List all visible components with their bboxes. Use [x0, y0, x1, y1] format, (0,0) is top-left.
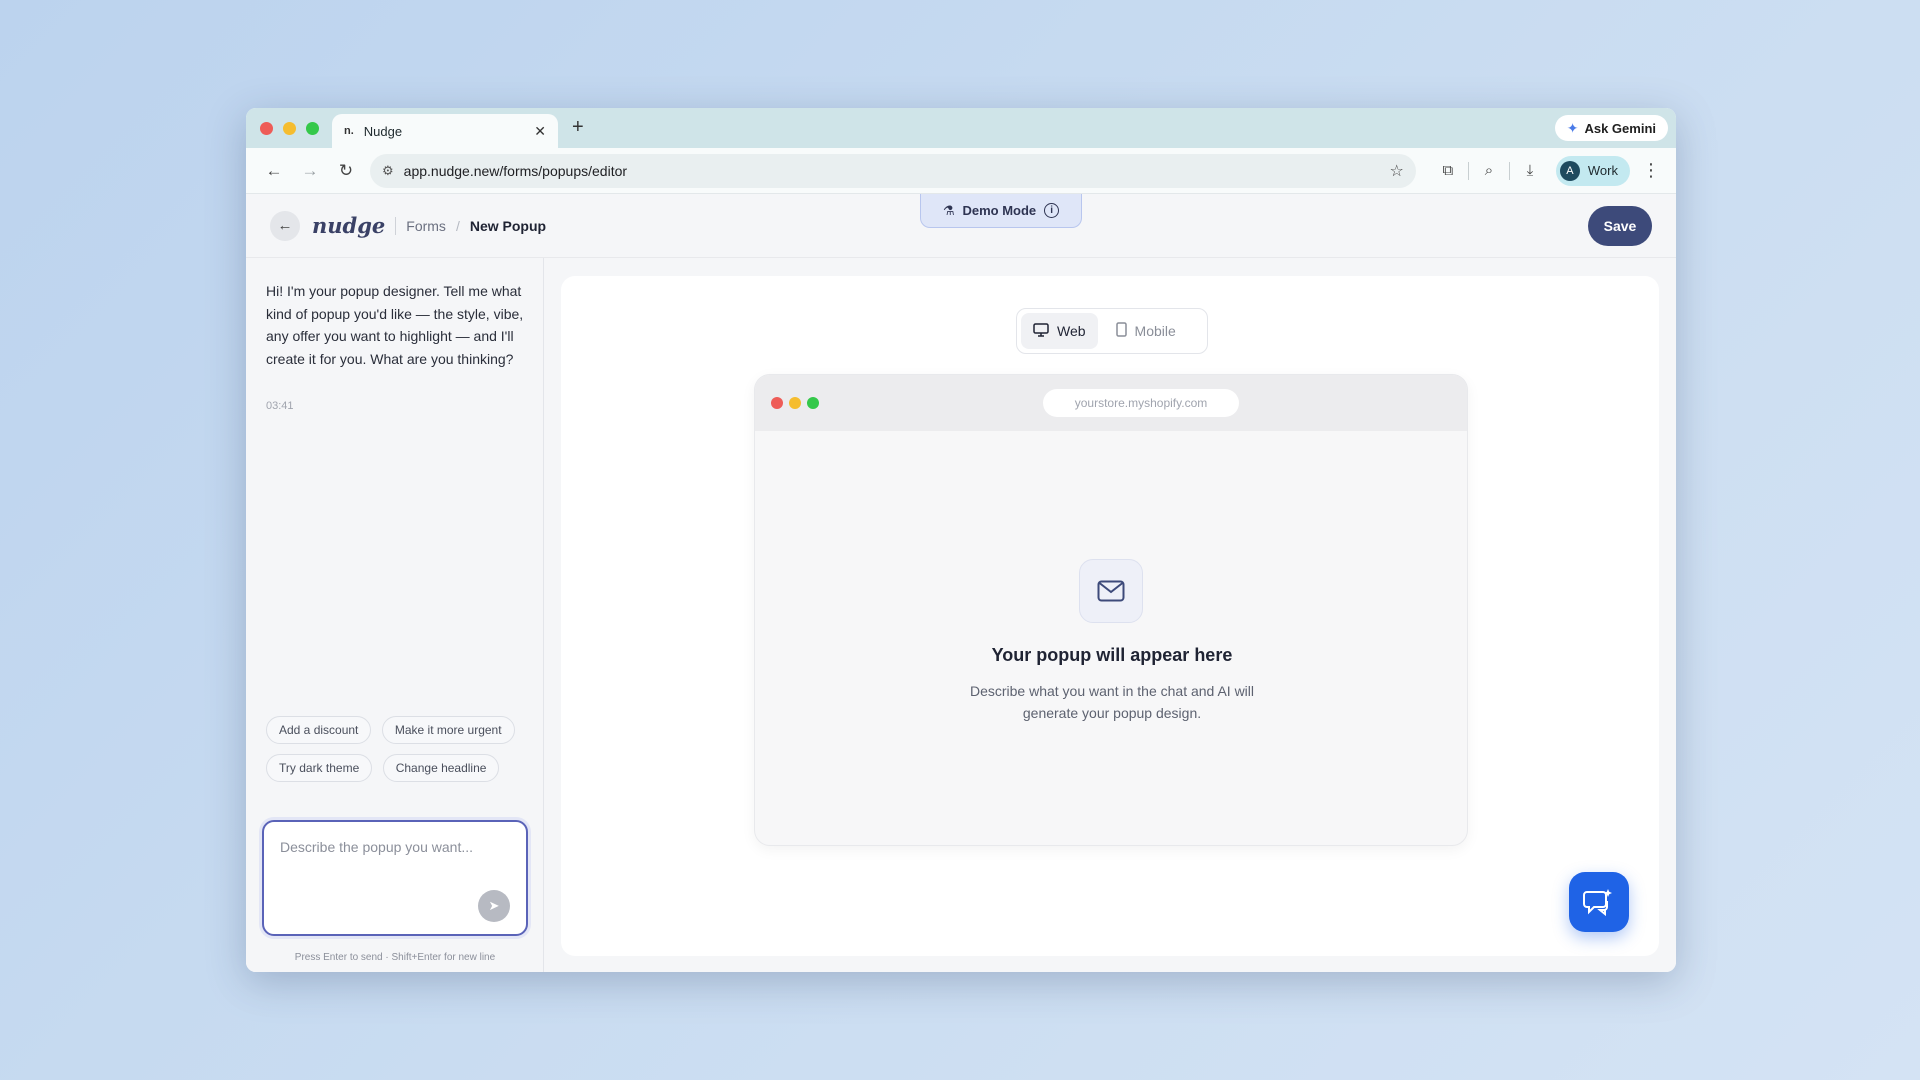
profile-button[interactable]: A Work [1555, 155, 1630, 186]
device-toggle: Web Mobile [1016, 308, 1208, 354]
back-arrow-icon: ← [277, 217, 293, 234]
send-icon: ➤ [488, 898, 500, 913]
demo-mode-label: Demo Mode [962, 203, 1037, 218]
chat-sidebar: Hi! I'm your popup designer. Tell me wha… [246, 258, 544, 972]
mockup-url: yourstore.myshopify.com [1043, 389, 1239, 417]
browser-window: n. Nudge ✕ + ✦ Ask Gemini ← → ↻ ⚙ app.nu… [246, 108, 1676, 972]
back-button[interactable]: ← [270, 210, 300, 241]
tab-favicon: n. [344, 125, 354, 137]
flask-icon: ⚗ [942, 202, 955, 218]
url-text[interactable]: app.nudge.new/forms/popups/editor [404, 163, 1390, 179]
mail-icon [1079, 559, 1143, 623]
tab-strip: n. Nudge ✕ + ✦ Ask Gemini [246, 108, 1676, 148]
browser-tab[interactable]: n. Nudge ✕ [332, 114, 558, 148]
monitor-icon [1033, 322, 1049, 340]
assistant-message: Hi! I'm your popup designer. Tell me wha… [266, 283, 524, 367]
back-arrow-icon[interactable]: ← [256, 161, 292, 181]
chat-composer: ➤ [262, 820, 528, 936]
device-mobile-button[interactable]: Mobile [1104, 313, 1188, 349]
suggestion-dark-theme[interactable]: Try dark theme [266, 754, 373, 782]
avatar: A [1559, 160, 1580, 181]
breadcrumb-divider [395, 216, 397, 235]
save-button[interactable]: Save [1588, 206, 1652, 246]
device-mobile-label: Mobile [1134, 323, 1176, 339]
gemini-sparkle-icon: ✦ [1566, 119, 1579, 136]
mockup-dot-red [771, 397, 783, 409]
tab-search-icon[interactable]: ⌕ [1469, 162, 1509, 179]
chat-sparkle-icon [1583, 889, 1612, 917]
app-header: ← nudge Forms / New Popup ⚗ Demo Mode i … [246, 194, 1676, 258]
mockup-toolbar: yourstore.myshopify.com [755, 375, 1467, 431]
breadcrumb-forms-link[interactable]: Forms [406, 218, 446, 234]
more-menu-icon[interactable]: ⋮ [1636, 160, 1666, 181]
info-icon[interactable]: i [1044, 203, 1060, 218]
preview-canvas: Web Mobile yourstore.myshopify.com Your … [561, 276, 1659, 956]
mockup-dot-green [807, 397, 819, 409]
browser-mockup: yourstore.myshopify.com Your popup will … [754, 374, 1468, 846]
download-icon[interactable]: ⤓ [1510, 162, 1550, 179]
forward-arrow-icon[interactable]: → [292, 161, 328, 181]
suggestion-change-headline[interactable]: Change headline [382, 754, 500, 782]
extensions-icon[interactable]: ⧉ [1428, 162, 1468, 179]
address-bar[interactable]: ⚙ app.nudge.new/forms/popups/editor ☆ [370, 153, 1416, 188]
tab-title: Nudge [363, 123, 403, 139]
window-controls [260, 121, 319, 135]
bookmark-star-icon[interactable]: ☆ [1390, 161, 1404, 181]
message-timestamp: 03:41 [266, 400, 294, 412]
page-title: New Popup [469, 217, 547, 234]
new-tab-icon[interactable]: + [572, 116, 584, 139]
empty-state-title: Your popup will appear here [991, 645, 1233, 665]
composer-hint: Press Enter to send · Shift+Enter for ne… [294, 952, 496, 963]
reload-icon[interactable]: ↻ [328, 161, 364, 181]
chat-fab-button[interactable] [1569, 872, 1629, 932]
nudge-logo[interactable]: nudge [312, 213, 385, 238]
ask-gemini-label: Ask Gemini [1584, 120, 1656, 136]
minimize-window-button[interactable] [283, 121, 296, 135]
device-web-button[interactable]: Web [1021, 313, 1098, 349]
device-web-label: Web [1057, 323, 1086, 339]
mockup-dots [771, 397, 819, 409]
suggestion-more-urgent[interactable]: Make it more urgent [381, 716, 515, 744]
tab-close-icon[interactable]: ✕ [534, 123, 546, 140]
demo-mode-badge[interactable]: ⚗ Demo Mode i [920, 194, 1082, 228]
profile-name: Work [1587, 163, 1618, 178]
ask-gemini-button[interactable]: ✦ Ask Gemini [1554, 115, 1668, 141]
site-settings-icon[interactable]: ⚙ [382, 163, 394, 179]
suggestion-add-discount[interactable]: Add a discount [266, 716, 372, 744]
maximize-window-button[interactable] [306, 121, 319, 135]
mockup-dot-yellow [789, 397, 801, 409]
send-button[interactable]: ➤ [478, 890, 510, 922]
browser-toolbar: ← → ↻ ⚙ app.nudge.new/forms/popups/edito… [246, 148, 1676, 194]
close-window-button[interactable] [260, 121, 273, 135]
app-root: ← nudge Forms / New Popup ⚗ Demo Mode i … [246, 194, 1676, 972]
empty-state-description: Describe what you want in the chat and A… [969, 683, 1255, 721]
breadcrumb-slash: / [455, 217, 460, 234]
suggestion-chips: Add a discount Make it more urgent Try d… [266, 716, 536, 792]
smartphone-icon [1115, 322, 1127, 340]
